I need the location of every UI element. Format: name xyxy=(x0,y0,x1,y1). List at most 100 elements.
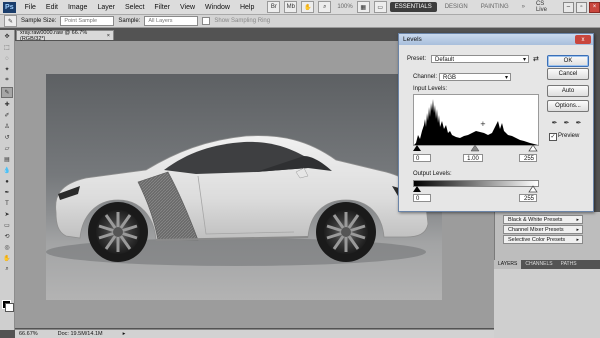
menu-view[interactable]: View xyxy=(175,4,200,11)
input-white-field[interactable]: 255 xyxy=(519,154,537,162)
history-brush-tool-icon[interactable]: ↺ xyxy=(2,133,12,142)
histogram: + xyxy=(413,94,539,146)
gradient-tool-icon[interactable]: ▤ xyxy=(2,155,12,164)
dodge-tool-icon[interactable]: ● xyxy=(2,177,12,186)
gray-point-eyedropper-icon[interactable]: ✒ xyxy=(563,118,570,127)
workspace-essentials[interactable]: ESSENTIALS xyxy=(389,2,437,12)
channel-label: Channel: xyxy=(413,74,438,80)
zoom-tool-icon[interactable]: ⌕ xyxy=(2,265,12,274)
input-gamma-field[interactable]: 1.00 xyxy=(463,154,483,162)
output-white-field[interactable]: 255 xyxy=(519,194,537,202)
layers-panel-tabs: LAYERS CHANNELS PATHS xyxy=(494,260,600,269)
document-tab-title: xray.raw0000.raw @ 66.7% (RGB/32*) xyxy=(20,29,88,42)
menu-file[interactable]: File xyxy=(20,4,41,11)
status-arrow-icon[interactable]: ▸ xyxy=(123,331,126,337)
eyedropper-tool-icon[interactable]: ✎ xyxy=(1,87,13,98)
list-item[interactable]: Black & White Presets ▸ xyxy=(503,215,583,224)
menu-bar: Ps File Edit Image Layer Select Filter V… xyxy=(0,0,600,15)
mini-bridge-icon[interactable]: Mb xyxy=(284,1,298,13)
output-sliders[interactable] xyxy=(413,185,539,193)
options-bar: ✎ Sample Size: Point Sample Sample: All … xyxy=(0,15,600,28)
eyedropper-tool-icon[interactable]: ✎ xyxy=(4,15,17,27)
chevron-right-icon: ▸ xyxy=(576,236,579,243)
workspace-painting[interactable]: PAINTING xyxy=(476,2,514,12)
document-close-icon[interactable]: × xyxy=(107,33,110,39)
preset-select[interactable]: Default ▾ xyxy=(431,55,529,63)
bridge-icon[interactable]: Br xyxy=(267,1,281,13)
menu-image[interactable]: Image xyxy=(63,4,92,11)
tab-channels[interactable]: CHANNELS xyxy=(521,260,556,269)
minimize-icon[interactable]: – xyxy=(562,1,574,13)
brush-tool-icon[interactable]: ✐ xyxy=(2,111,12,120)
input-black-field[interactable]: 0 xyxy=(413,154,431,162)
screen-mode-icon[interactable]: ▭ xyxy=(373,1,387,13)
move-tool-icon[interactable]: ✥ xyxy=(2,32,12,41)
zoom-level[interactable]: 100% xyxy=(337,4,352,10)
path-selection-tool-icon[interactable]: ➤ xyxy=(2,210,12,219)
chevron-right-icon: ▸ xyxy=(576,226,579,233)
sample-size-select[interactable]: Point Sample xyxy=(60,16,115,26)
tab-paths[interactable]: PATHS xyxy=(557,260,581,269)
levels-title-bar[interactable]: Levels x xyxy=(399,34,593,45)
status-zoom[interactable]: 66.67% xyxy=(19,331,38,337)
rear-wheel xyxy=(88,202,148,262)
workspace-more[interactable]: » xyxy=(517,2,530,12)
workspace-design[interactable]: DESIGN xyxy=(440,2,473,12)
cancel-button[interactable]: Cancel xyxy=(547,68,589,80)
crop-tool-icon[interactable]: ⌗ xyxy=(2,76,12,85)
3d-camera-tool-icon[interactable]: ◎ xyxy=(2,243,12,252)
restore-icon[interactable]: ▫ xyxy=(575,1,587,13)
ok-button[interactable]: OK xyxy=(547,55,589,67)
input-levels-label: Input Levels: xyxy=(413,86,448,92)
type-tool-icon[interactable]: T xyxy=(2,199,12,208)
document-tab[interactable]: xray.raw0000.raw @ 66.7% (RGB/32*) × xyxy=(16,29,114,42)
output-black-field[interactable]: 0 xyxy=(413,194,431,202)
menu-select[interactable]: Select xyxy=(120,4,149,11)
marquee-tool-icon[interactable]: ⬚ xyxy=(2,43,12,52)
status-doc-size: Doc: 19.5M/14.1M xyxy=(57,331,103,337)
status-bar: 66.67% Doc: 19.5M/14.1M ▸ xyxy=(15,329,495,338)
pen-tool-icon[interactable]: ✒ xyxy=(2,188,12,197)
list-item[interactable]: Channel Mixer Presets ▸ xyxy=(503,225,583,234)
lasso-tool-icon[interactable]: ◌ xyxy=(2,54,12,63)
blur-tool-icon[interactable]: 💧 xyxy=(2,166,12,175)
close-icon[interactable]: × xyxy=(588,1,600,13)
close-icon[interactable]: x xyxy=(575,35,591,44)
healing-brush-tool-icon[interactable]: ✚ xyxy=(2,100,12,109)
preview-checkbox[interactable]: ✓ xyxy=(549,133,557,141)
white-point-eyedropper-icon[interactable]: ✒ xyxy=(575,118,582,127)
sample-select[interactable]: All Layers xyxy=(144,16,199,26)
input-sliders[interactable] xyxy=(413,144,539,152)
menu-edit[interactable]: Edit xyxy=(41,4,63,11)
car-image xyxy=(46,135,429,266)
menu-filter[interactable]: Filter xyxy=(149,4,175,11)
channel-value: RGB xyxy=(443,75,457,81)
image-canvas[interactable] xyxy=(46,74,442,300)
chevron-down-icon: ▾ xyxy=(504,75,508,81)
hand-tool-icon[interactable]: ✋ xyxy=(2,254,12,263)
clone-stamp-tool-icon[interactable]: ♙ xyxy=(2,122,12,131)
auto-button[interactable]: Auto xyxy=(547,85,589,97)
channel-select[interactable]: RGB ▾ xyxy=(439,73,511,81)
zoom-icon[interactable]: ⌕ xyxy=(318,1,332,13)
cs-live-button[interactable]: CS Live xyxy=(536,1,555,13)
tab-layers[interactable]: LAYERS xyxy=(494,260,522,269)
shape-tool-icon[interactable]: ▭ xyxy=(2,221,12,230)
quick-select-tool-icon[interactable]: ✦ xyxy=(2,65,12,74)
3d-rotate-tool-icon[interactable]: ⟲ xyxy=(2,232,12,241)
menu-help[interactable]: Help xyxy=(235,4,259,11)
show-sampling-ring-checkbox[interactable] xyxy=(202,17,211,25)
menu-layer[interactable]: Layer xyxy=(92,4,120,11)
background-color-swatch[interactable] xyxy=(5,303,14,312)
black-point-eyedropper-icon[interactable]: ✒ xyxy=(551,118,558,127)
eraser-tool-icon[interactable]: ▱ xyxy=(2,144,12,153)
options-button[interactable]: Options... xyxy=(547,100,589,112)
hand-icon[interactable]: ✋ xyxy=(301,1,315,13)
layers-panel-body xyxy=(494,269,600,338)
preset-options-icon[interactable]: ⇄ xyxy=(533,55,539,63)
chevron-right-icon: ▸ xyxy=(576,216,579,223)
list-item[interactable]: Selective Color Presets ▸ xyxy=(503,235,583,244)
arrange-documents-icon[interactable]: ▦ xyxy=(356,1,370,13)
list-item-label: Black & White Presets xyxy=(508,216,563,223)
menu-window[interactable]: Window xyxy=(200,4,235,11)
